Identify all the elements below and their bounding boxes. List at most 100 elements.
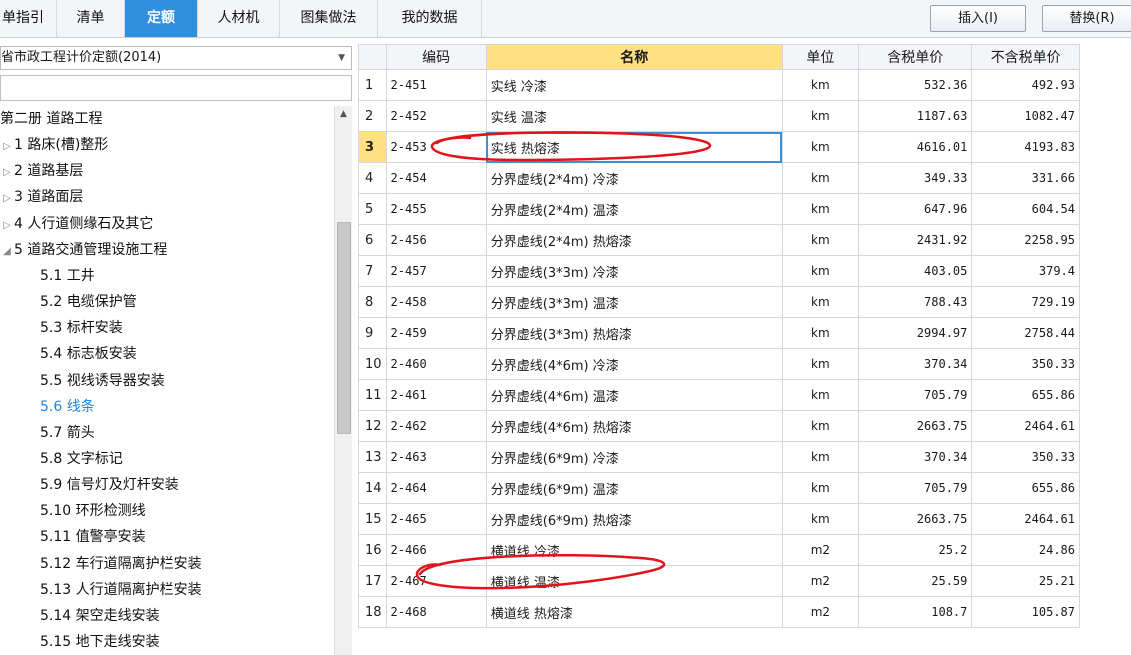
tree-scrollbar[interactable]: ▲ [334,106,352,655]
row-index-cell[interactable]: 3 [358,131,387,163]
unit-cell[interactable]: km [781,472,860,504]
unit-cell[interactable]: km [781,348,860,380]
name-cell[interactable]: 横道线 温漆 [485,565,783,597]
name-cell[interactable]: 分界虚线(4*6m) 热熔漆 [485,410,783,442]
code-cell[interactable]: 2-467 [385,565,487,597]
code-cell[interactable]: 2-457 [385,255,487,287]
notax-price-cell[interactable]: 2758.44 [971,317,1080,349]
table-row[interactable]: 13 2-463 分界虚线(6*9m) 冷漆 km 370.34 350.33 [358,441,1080,473]
row-index-cell[interactable]: 11 [358,379,387,411]
tax-price-cell[interactable]: 403.05 [858,255,973,287]
row-index-cell[interactable]: 10 [358,348,387,380]
table-row[interactable]: 5 2-455 分界虚线(2*4m) 温漆 km 647.96 604.54 [358,193,1080,225]
code-cell[interactable]: 2-460 [385,348,487,380]
notax-price-cell[interactable]: 655.86 [971,379,1080,411]
table-row[interactable]: 18 2-468 横道线 热熔漆 m2 108.7 105.87 [358,596,1080,628]
tax-price-cell[interactable]: 647.96 [858,193,973,225]
row-index-cell[interactable]: 18 [358,596,387,628]
name-cell[interactable]: 分界虚线(3*3m) 冷漆 [485,255,783,287]
notax-price-cell[interactable]: 350.33 [971,441,1080,473]
tab-list-guide[interactable]: 单指引 [0,0,57,37]
code-cell[interactable]: 2-454 [385,162,487,194]
tree-root-item[interactable]: 第二册 道路工程 [0,106,102,132]
norm-search-input[interactable] [0,75,352,101]
unit-cell[interactable]: km [781,503,860,535]
code-cell[interactable]: 2-465 [385,503,487,535]
row-index-cell[interactable]: 6 [358,224,387,256]
row-index-cell[interactable]: 14 [358,472,387,504]
code-cell[interactable]: 2-455 [385,193,487,225]
unit-cell[interactable]: km [781,286,860,318]
table-row[interactable]: 12 2-462 分界虚线(4*6m) 热熔漆 km 2663.75 2464.61 [358,410,1080,442]
row-index-cell[interactable]: 12 [358,410,387,442]
tree-section-item[interactable]: 5.1 工井 [40,263,95,289]
chevron-down-icon[interactable]: ◢ [0,239,14,265]
code-cell[interactable]: 2-453 [385,131,487,163]
unit-cell[interactable]: km [781,100,860,132]
tree-section-item[interactable]: 5.11 值警亭安装 [40,524,146,550]
table-row[interactable]: 3 2-453 实线 热熔漆 km 4616.01 4193.83 [358,131,1080,163]
row-index-cell[interactable]: 8 [358,286,387,318]
tax-price-cell[interactable]: 2994.97 [858,317,973,349]
tree-section-item[interactable]: 5.15 地下走线安装 [40,629,160,655]
tax-price-cell[interactable]: 2431.92 [858,224,973,256]
unit-cell[interactable]: km [781,131,860,163]
tax-price-cell[interactable]: 705.79 [858,379,973,411]
unit-cell[interactable]: km [781,317,860,349]
column-header-tax-price[interactable]: 含税单价 [858,44,973,70]
norm-library-select[interactable]: 省市政工程计价定额(2014) ▼ [0,46,352,70]
name-cell[interactable]: 横道线 冷漆 [485,534,783,566]
tab-labor-material-machine[interactable]: 人材机 [198,0,280,37]
code-cell[interactable]: 2-463 [385,441,487,473]
row-index-cell[interactable]: 16 [358,534,387,566]
tree-section-item[interactable]: 5.4 标志板安装 [40,341,137,367]
row-index-cell[interactable]: 4 [358,162,387,194]
notax-price-cell[interactable]: 331.66 [971,162,1080,194]
tax-price-cell[interactable]: 108.7 [858,596,973,628]
code-cell[interactable]: 2-464 [385,472,487,504]
table-row[interactable]: 15 2-465 分界虚线(6*9m) 热熔漆 km 2663.75 2464.61 [358,503,1080,535]
tax-price-cell[interactable]: 1187.63 [858,100,973,132]
tree-chapter-item[interactable]: ▷ 4 人行道侧缘石及其它 [0,211,153,237]
tax-price-cell[interactable]: 788.43 [858,286,973,318]
table-row[interactable]: 17 2-467 横道线 温漆 m2 25.59 25.21 [358,565,1080,597]
code-cell[interactable]: 2-451 [385,69,487,101]
code-cell[interactable]: 2-456 [385,224,487,256]
unit-cell[interactable]: m2 [781,534,860,566]
tax-price-cell[interactable]: 4616.01 [858,131,973,163]
table-row[interactable]: 11 2-461 分界虚线(4*6m) 温漆 km 705.79 655.86 [358,379,1080,411]
tree-chapter-item[interactable]: ▷ 3 道路面层 [0,184,83,210]
notax-price-cell[interactable]: 350.33 [971,348,1080,380]
table-row[interactable]: 6 2-456 分界虚线(2*4m) 热熔漆 km 2431.92 2258.95 [358,224,1080,256]
tree-chapter-item[interactable]: ▷ 2 道路基层 [0,158,83,184]
scroll-up-arrow-icon[interactable]: ▲ [335,106,352,123]
table-row[interactable]: 16 2-466 横道线 冷漆 m2 25.2 24.86 [358,534,1080,566]
tree-section-item[interactable]: 5.8 文字标记 [40,446,123,472]
name-cell[interactable]: 分界虚线(2*4m) 温漆 [485,193,783,225]
tree-section-item[interactable]: 5.3 标杆安装 [40,315,123,341]
code-cell[interactable]: 2-458 [385,286,487,318]
name-cell[interactable]: 分界虚线(3*3m) 热熔漆 [485,317,783,349]
name-cell[interactable]: 横道线 热熔漆 [485,596,783,628]
unit-cell[interactable]: m2 [781,565,860,597]
notax-price-cell[interactable]: 492.93 [971,69,1080,101]
notax-price-cell[interactable]: 2464.61 [971,410,1080,442]
row-index-cell[interactable]: 13 [358,441,387,473]
column-header-code[interactable]: 编码 [385,44,487,70]
tree-section-item[interactable]: 5.2 电缆保护管 [40,289,137,315]
unit-cell[interactable]: km [781,162,860,194]
column-header-name[interactable]: 名称 [485,44,783,70]
unit-cell[interactable]: km [781,410,860,442]
tree-section-item[interactable]: 5.7 箭头 [40,420,95,446]
row-index-cell[interactable]: 17 [358,565,387,597]
tab-atlas-method[interactable]: 图集做法 [280,0,378,37]
code-cell[interactable]: 2-462 [385,410,487,442]
unit-cell[interactable]: km [781,255,860,287]
tree-section-item[interactable]: 5.9 信号灯及灯杆安装 [40,472,179,498]
name-cell[interactable]: 实线 热熔漆 [485,131,783,163]
table-row[interactable]: 9 2-459 分界虚线(3*3m) 热熔漆 km 2994.97 2758.44 [358,317,1080,349]
tax-price-cell[interactable]: 2663.75 [858,503,973,535]
chevron-down-icon[interactable]: ▼ [338,47,345,69]
table-row[interactable]: 8 2-458 分界虚线(3*3m) 温漆 km 788.43 729.19 [358,286,1080,318]
unit-cell[interactable]: m2 [781,596,860,628]
